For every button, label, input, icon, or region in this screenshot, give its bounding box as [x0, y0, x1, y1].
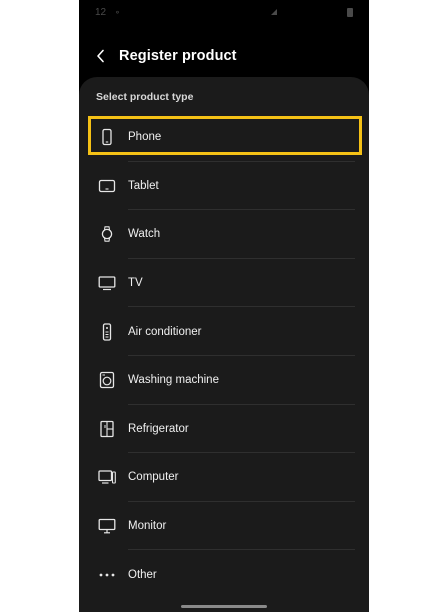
refrigerator-icon — [98, 420, 116, 438]
product-label: Computer — [128, 471, 179, 484]
phone-icon — [98, 128, 116, 146]
product-item-watch[interactable]: Watch — [79, 210, 369, 259]
monitor-icon — [98, 517, 116, 535]
notification-icon: ⚬ — [114, 7, 121, 17]
product-label: Watch — [128, 228, 161, 241]
product-type-card: Select product type Phone Tablet Watch T… — [79, 77, 369, 612]
product-item-air-conditioner[interactable]: Air conditioner — [79, 307, 369, 356]
product-item-phone[interactable]: Phone — [79, 113, 369, 162]
product-label: Monitor — [128, 520, 167, 533]
product-type-list: Phone Tablet Watch TV Air conditioner Wa… — [79, 113, 369, 599]
app-header: Register product — [79, 40, 369, 72]
chevron-left-icon — [97, 49, 104, 63]
home-indicator — [181, 605, 267, 608]
product-item-other[interactable]: Other — [79, 550, 369, 599]
product-item-washing-machine[interactable]: Washing machine — [79, 356, 369, 405]
status-bar: 12 ⚬ — [79, 0, 369, 24]
signal-icon — [271, 9, 277, 15]
tablet-icon — [98, 177, 116, 195]
page-title: Register product — [119, 48, 237, 64]
status-time: 12 — [95, 6, 107, 18]
product-label: Phone — [128, 131, 162, 144]
product-label: Refrigerator — [128, 422, 189, 435]
product-item-monitor[interactable]: Monitor — [79, 502, 369, 551]
product-label: Air conditioner — [128, 325, 202, 338]
product-item-tv[interactable]: TV — [79, 259, 369, 308]
product-item-tablet[interactable]: Tablet — [79, 162, 369, 211]
product-label: Tablet — [128, 179, 159, 192]
product-label: Other — [128, 568, 157, 581]
product-label: Washing machine — [128, 374, 219, 387]
air-conditioner-icon — [98, 323, 116, 341]
product-item-computer[interactable]: Computer — [79, 453, 369, 502]
more-icon — [98, 566, 116, 584]
phone-screen: 12 ⚬ Register product Select product typ… — [79, 0, 369, 612]
section-label: Select product type — [96, 91, 194, 103]
product-label: TV — [128, 277, 143, 290]
watch-icon — [98, 225, 116, 243]
back-button[interactable] — [79, 40, 123, 72]
computer-icon — [98, 468, 116, 486]
product-item-refrigerator[interactable]: Refrigerator — [79, 405, 369, 454]
battery-icon — [347, 7, 353, 17]
tv-icon — [98, 274, 116, 292]
washing-machine-icon — [98, 371, 116, 389]
